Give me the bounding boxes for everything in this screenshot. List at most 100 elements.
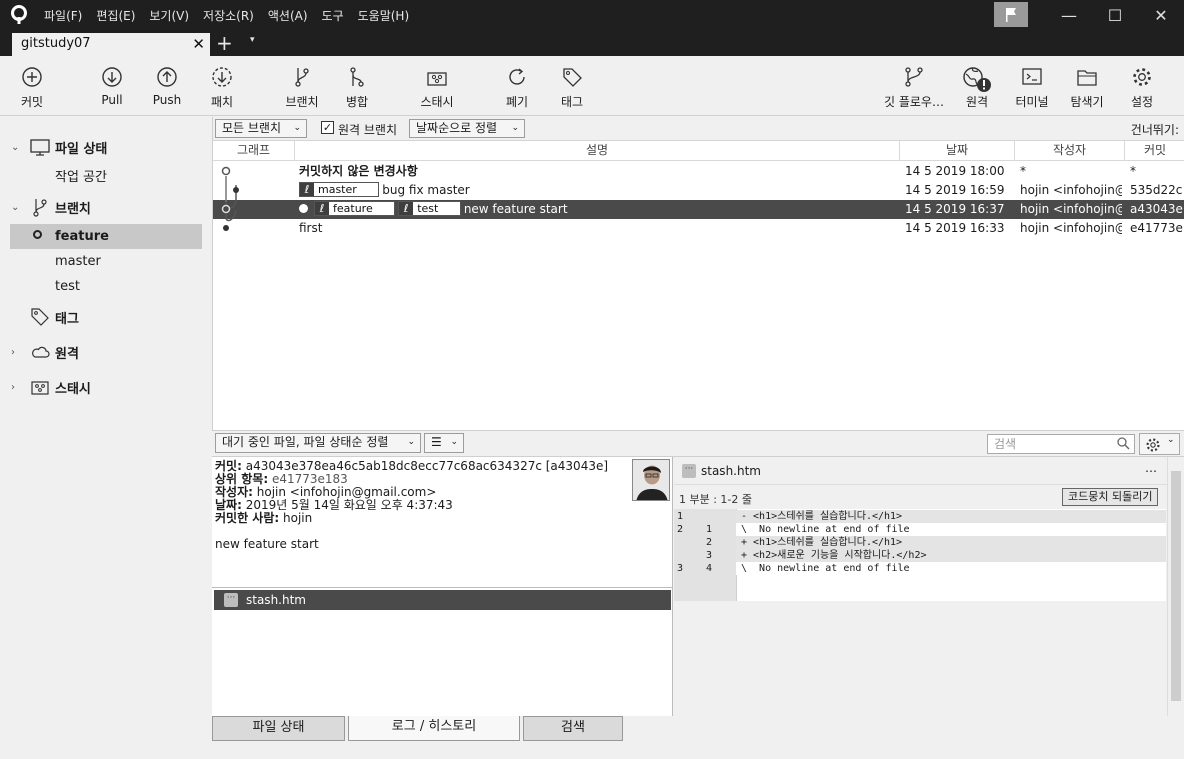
new-line-number: 3	[706, 550, 713, 561]
sidebar: ⌄ 파일 상태 작업 공간 ⌄ 브랜치 feature master test …	[0, 117, 211, 759]
search-input[interactable]: 검색	[987, 434, 1135, 454]
chevron-down-icon[interactable]: ⌄	[11, 202, 19, 213]
menu-file[interactable]: 파일(F)	[37, 7, 89, 24]
new-line-number: 4	[706, 563, 713, 574]
old-line-number: 1	[677, 511, 684, 522]
repo-tab[interactable]: gitstudy07 ✕	[12, 33, 210, 56]
commit-row-uncommitted[interactable]: 커밋하지 않은 변경사항 14 5 2019 18:00 * *	[213, 162, 1184, 181]
chevron-right-icon[interactable]: ›	[11, 382, 15, 393]
sidebar-remotes[interactable]: › 원격	[0, 340, 211, 365]
file-row[interactable]: ··· stash.htm	[214, 590, 671, 610]
close-tab-icon[interactable]: ✕	[192, 33, 205, 55]
sort-select[interactable]: 날짜순으로 정렬 ⌄	[409, 119, 525, 138]
main-toolbar: 커밋 Pull Push 패치 브랜치 병합 스태시 폐기 태그 깃 플로우… …	[0, 56, 1184, 116]
diff-code: + <h1>스테쉬를 실습합니다.</h1>	[741, 537, 903, 548]
maximize-button[interactable]: ☐	[1092, 0, 1138, 31]
col-commit[interactable]: 커밋	[1125, 141, 1184, 161]
menu-actions[interactable]: 액션(A)	[261, 7, 315, 24]
history-filter-bar: 모든 브랜치 ⌄ ✓ 원격 브랜치 날짜순으로 정렬 ⌄ 건너뛰기:	[213, 117, 1184, 141]
stash-label: 스태시	[420, 95, 454, 109]
chevron-down-icon: ⌄	[511, 123, 519, 133]
close-window-button[interactable]: ✕	[1138, 0, 1184, 31]
sidebar-stashes-label: 스태시	[55, 382, 91, 397]
view-mode-select[interactable]: ☰ ⌄	[424, 433, 464, 453]
stash-button[interactable]: 스태시	[407, 56, 467, 116]
remote-branches-checkbox[interactable]: ✓	[321, 121, 334, 134]
remote-branches-label: 원격 브랜치	[338, 123, 398, 137]
branch-filter-select[interactable]: 모든 브랜치 ⌄	[215, 119, 307, 138]
diff-scrollbar[interactable]	[1167, 457, 1184, 716]
sidebar-item-feature[interactable]: feature	[0, 224, 211, 249]
date-label: 날짜:	[215, 498, 242, 512]
notification-flag-button[interactable]	[994, 2, 1028, 27]
commit-author: hojin <infohojin@	[1020, 183, 1122, 197]
file-modified-icon: ···	[224, 593, 238, 607]
author-value: hojin <infohojin@gmail.com>	[256, 485, 437, 499]
commit-row[interactable]: first 14 5 2019 16:33 hojin <infohojin@ …	[213, 219, 1184, 238]
commit-date: 14 5 2019 16:33	[905, 221, 1005, 235]
col-date[interactable]: 날짜	[900, 141, 1015, 161]
commit-author: hojin <infohojin@	[1020, 202, 1122, 216]
new-line-number: 1	[706, 524, 713, 535]
commit-row-selected[interactable]: ℓ feature ℓ test new feature start 14 5 20…	[213, 200, 1184, 219]
diff-line-context[interactable]: 3 4 \ No newline at end of file	[674, 562, 1166, 575]
settings-button[interactable]: 설정	[1112, 56, 1172, 116]
pull-button[interactable]: Pull	[82, 56, 142, 116]
gear-icon	[1133, 68, 1151, 86]
commit-icon	[22, 67, 42, 87]
sidebar-file-status[interactable]: ⌄ 파일 상태	[0, 135, 211, 160]
col-graph[interactable]: 그래프	[213, 141, 295, 161]
new-tab-button[interactable]: +	[216, 31, 233, 55]
tab-file-status[interactable]: 파일 상태	[212, 716, 345, 741]
diff-options-button[interactable]: ⌄	[1139, 433, 1180, 455]
diff-code: \ No newline at end of file	[741, 524, 910, 535]
menu-tools[interactable]: 도구	[315, 7, 351, 24]
date-value: 2019년 5월 14일 화요일 오후 4:37:43	[245, 498, 453, 512]
menu-repository[interactable]: 저장소(R)	[196, 7, 261, 24]
menu-edit[interactable]: 편집(E)	[89, 7, 142, 24]
sidebar-tags[interactable]: 태그	[0, 305, 211, 330]
branch-icon	[33, 199, 47, 217]
diff-line-added[interactable]: 3 + <h2>새로운 기능을 시작합니다.</h2>	[674, 549, 1166, 562]
diff-code: - <h1>스테쉬를 실습합니다.</h1>	[741, 511, 903, 522]
chevron-down-icon: ⌄	[293, 123, 301, 133]
tag-icon	[563, 68, 582, 87]
scrollbar-thumb[interactable]	[1171, 471, 1181, 701]
menu-help[interactable]: 도움말(H)	[351, 7, 417, 24]
file-filter-select[interactable]: 대기 중인 파일, 파일 상태순 정렬 ⌄	[215, 433, 421, 453]
sidebar-branches[interactable]: ⌄ 브랜치	[0, 195, 211, 220]
gitflow-button[interactable]: 깃 플로우…	[884, 56, 944, 116]
sidebar-item-test[interactable]: test	[0, 274, 211, 299]
commit-row[interactable]: ℓ master bug fix master 14 5 2019 16:59 h…	[213, 181, 1184, 200]
commit-hash: e41773e	[1130, 221, 1183, 235]
sidebar-item-master[interactable]: master	[0, 249, 211, 274]
commit-button[interactable]: 커밋	[2, 56, 62, 116]
more-options-button[interactable]: …	[1145, 461, 1157, 475]
diff-line-context[interactable]: 2 1 \ No newline at end of file	[674, 523, 1166, 536]
chevron-down-icon[interactable]: ⌄	[11, 142, 19, 153]
file-name: stash.htm	[246, 593, 306, 607]
tab-list-dropdown-icon[interactable]: ▾	[250, 35, 255, 45]
tag-button[interactable]: 태그	[542, 56, 602, 116]
patch-button[interactable]: 패치	[192, 56, 252, 116]
history-panel: 모든 브랜치 ⌄ ✓ 원격 브랜치 날짜순으로 정렬 ⌄ 건너뛰기: 그래프 설명 …	[212, 117, 1184, 430]
merge-button[interactable]: 병합	[327, 56, 387, 116]
commit-hash: a43043e	[1130, 202, 1183, 216]
menu-view[interactable]: 보기(V)	[142, 7, 196, 24]
commit-author: *	[1020, 164, 1026, 178]
commit-hash: *	[1130, 164, 1136, 178]
file-modified-icon: ···	[682, 464, 696, 478]
tab-search[interactable]: 검색	[523, 716, 623, 741]
sidebar-item-working-copy[interactable]: 작업 공간	[0, 163, 211, 188]
diff-line-added[interactable]: 2 + <h1>스테쉬를 실습합니다.</h1>	[674, 536, 1166, 549]
sort-value: 날짜순으로 정렬	[416, 121, 498, 135]
col-description[interactable]: 설명	[295, 141, 900, 161]
col-author[interactable]: 작성자	[1015, 141, 1125, 161]
parent-link[interactable]: e41773e183	[272, 472, 348, 486]
chevron-right-icon[interactable]: ›	[11, 347, 15, 358]
tab-log-history[interactable]: 로그 / 히스토리	[348, 716, 520, 741]
revert-hunk-button[interactable]: 코드뭉치 되돌리기	[1062, 488, 1159, 506]
diff-line-removed[interactable]: 1 - <h1>스테쉬를 실습합니다.</h1>	[674, 510, 1166, 523]
sidebar-stashes[interactable]: › 스태시	[0, 375, 211, 400]
minimize-button[interactable]: —	[1046, 0, 1092, 31]
